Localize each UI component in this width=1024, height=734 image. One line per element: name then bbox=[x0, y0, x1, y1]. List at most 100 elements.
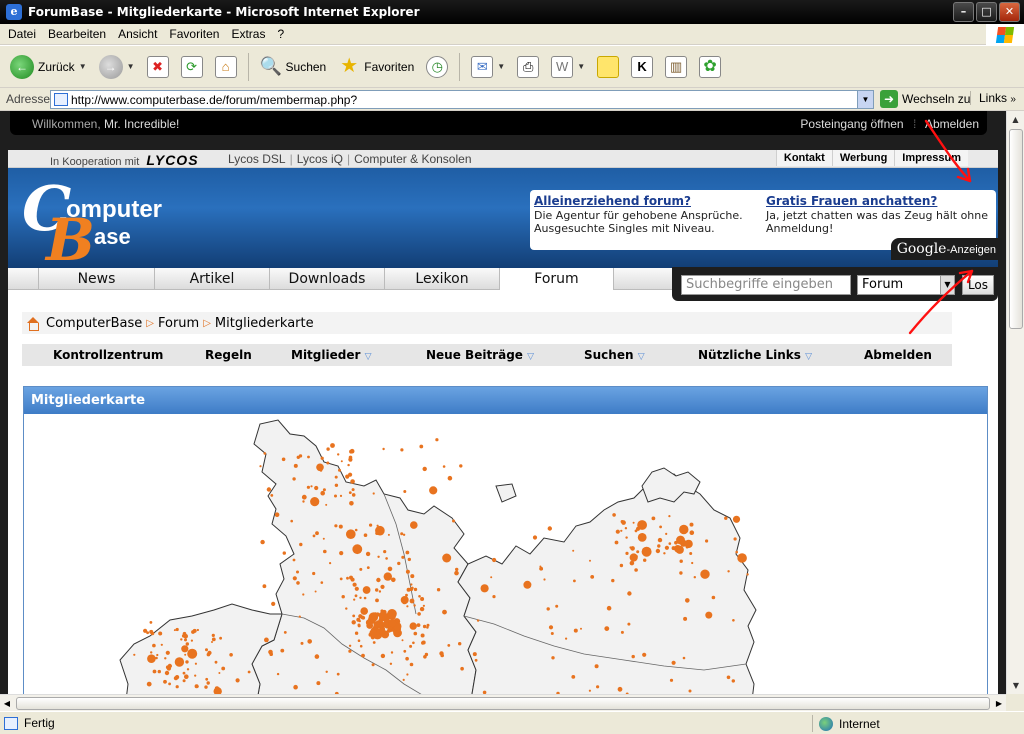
member-marker[interactable] bbox=[413, 587, 418, 592]
member-marker[interactable] bbox=[351, 488, 355, 492]
member-marker[interactable] bbox=[377, 555, 380, 558]
member-marker[interactable] bbox=[219, 636, 223, 640]
member-marker[interactable] bbox=[152, 669, 157, 674]
member-marker[interactable] bbox=[614, 540, 619, 545]
member-marker[interactable] bbox=[625, 536, 628, 539]
member-marker[interactable] bbox=[316, 681, 321, 686]
member-marker[interactable] bbox=[334, 494, 337, 498]
member-marker[interactable] bbox=[689, 552, 693, 555]
computerbase-logo[interactable]: C omputer B ase bbox=[22, 172, 172, 274]
member-marker[interactable] bbox=[211, 633, 215, 637]
ad-item[interactable]: Gratis Frauen anchatten? Ja, jetzt chatt… bbox=[766, 194, 996, 235]
member-marker[interactable] bbox=[247, 670, 251, 674]
member-marker[interactable] bbox=[657, 544, 661, 548]
member-marker[interactable] bbox=[346, 576, 349, 580]
member-marker[interactable] bbox=[365, 619, 373, 627]
member-marker[interactable] bbox=[409, 662, 414, 667]
member-marker[interactable] bbox=[612, 513, 616, 517]
member-marker[interactable] bbox=[604, 626, 610, 631]
member-marker[interactable] bbox=[420, 597, 425, 601]
menu-extras[interactable]: Extras bbox=[225, 27, 271, 41]
member-marker[interactable] bbox=[150, 651, 153, 654]
member-marker[interactable] bbox=[555, 604, 559, 608]
member-marker[interactable] bbox=[540, 567, 544, 571]
history-button[interactable]: ◷ bbox=[422, 50, 452, 84]
subnav-suchen[interactable]: Suchen ▽ bbox=[584, 348, 645, 362]
member-marker[interactable] bbox=[276, 672, 280, 676]
member-marker[interactable] bbox=[167, 663, 172, 669]
member-marker[interactable] bbox=[436, 588, 441, 592]
member-marker[interactable] bbox=[407, 557, 411, 562]
member-marker[interactable] bbox=[459, 464, 463, 468]
member-marker[interactable] bbox=[400, 532, 404, 536]
member-marker[interactable] bbox=[354, 586, 359, 591]
home-icon[interactable] bbox=[26, 316, 40, 331]
ad-item[interactable]: Alleinerziehend forum? Die Agentur für g… bbox=[534, 194, 764, 235]
member-marker[interactable] bbox=[281, 457, 286, 462]
member-marker[interactable] bbox=[409, 622, 417, 630]
forward-dropdown-icon[interactable]: ▼ bbox=[127, 62, 135, 71]
member-marker[interactable] bbox=[211, 637, 216, 642]
breadcrumb-computerbase[interactable]: ComputerBase bbox=[46, 316, 142, 331]
member-marker[interactable] bbox=[663, 552, 666, 555]
menu-datei[interactable]: Datei bbox=[2, 27, 42, 41]
member-marker[interactable] bbox=[350, 577, 355, 582]
member-marker[interactable] bbox=[565, 637, 568, 640]
member-marker[interactable] bbox=[409, 598, 415, 604]
subnav-mitglieder[interactable]: Mitglieder ▽ bbox=[291, 348, 372, 362]
forward-button[interactable]: → ▼ bbox=[95, 50, 139, 84]
subnav-nuetzliche-links[interactable]: Nützliche Links ▽ bbox=[698, 348, 812, 362]
member-marker[interactable] bbox=[263, 452, 267, 455]
member-marker[interactable] bbox=[373, 612, 378, 617]
member-marker[interactable] bbox=[387, 609, 397, 619]
member-marker[interactable] bbox=[334, 475, 338, 479]
member-marker[interactable] bbox=[353, 598, 356, 601]
member-marker[interactable] bbox=[329, 562, 332, 565]
member-marker[interactable] bbox=[164, 670, 170, 676]
member-marker[interactable] bbox=[340, 460, 343, 463]
member-marker[interactable] bbox=[320, 456, 324, 460]
member-marker[interactable] bbox=[259, 465, 262, 468]
member-marker[interactable] bbox=[683, 616, 688, 621]
member-marker[interactable] bbox=[270, 494, 274, 497]
member-marker[interactable] bbox=[693, 576, 696, 579]
ad-title[interactable]: Alleinerziehend forum? bbox=[534, 194, 764, 208]
member-marker[interactable] bbox=[383, 572, 392, 581]
member-marker[interactable] bbox=[492, 595, 496, 599]
member-marker[interactable] bbox=[262, 584, 267, 589]
member-marker[interactable] bbox=[420, 633, 425, 638]
member-marker[interactable] bbox=[620, 529, 623, 532]
member-marker[interactable] bbox=[589, 559, 591, 562]
member-marker[interactable] bbox=[418, 595, 421, 598]
member-marker[interactable] bbox=[458, 642, 462, 646]
member-marker[interactable] bbox=[727, 570, 730, 573]
search-button[interactable]: 🔍 Suchen bbox=[256, 50, 331, 84]
member-marker[interactable] bbox=[490, 576, 493, 579]
member-marker[interactable] bbox=[679, 537, 684, 542]
member-marker[interactable] bbox=[439, 651, 444, 656]
member-marker[interactable] bbox=[205, 648, 208, 652]
member-marker[interactable] bbox=[280, 648, 285, 653]
member-marker[interactable] bbox=[737, 553, 747, 563]
member-marker[interactable] bbox=[363, 533, 368, 537]
member-marker[interactable] bbox=[163, 679, 167, 684]
member-marker[interactable] bbox=[314, 590, 317, 593]
member-marker[interactable] bbox=[588, 689, 592, 692]
member-marker[interactable] bbox=[435, 438, 439, 442]
member-marker[interactable] bbox=[442, 465, 446, 468]
member-marker[interactable] bbox=[360, 607, 369, 615]
advertising-link[interactable]: Werbung bbox=[831, 150, 895, 166]
member-marker[interactable] bbox=[679, 524, 689, 535]
member-marker[interactable] bbox=[410, 574, 415, 579]
member-marker[interactable] bbox=[339, 577, 343, 581]
member-marker[interactable] bbox=[724, 516, 728, 520]
member-marker[interactable] bbox=[293, 684, 298, 690]
favorites-button[interactable]: ★ Favoriten bbox=[334, 50, 418, 84]
address-input[interactable]: http://www.computerbase.de/forum/memberm… bbox=[50, 90, 874, 109]
member-marker[interactable] bbox=[480, 584, 489, 593]
member-marker[interactable] bbox=[682, 656, 686, 660]
member-marker[interactable] bbox=[387, 566, 393, 572]
member-marker[interactable] bbox=[185, 660, 189, 664]
contact-link[interactable]: Kontakt bbox=[775, 150, 832, 166]
member-marker[interactable] bbox=[366, 566, 370, 569]
